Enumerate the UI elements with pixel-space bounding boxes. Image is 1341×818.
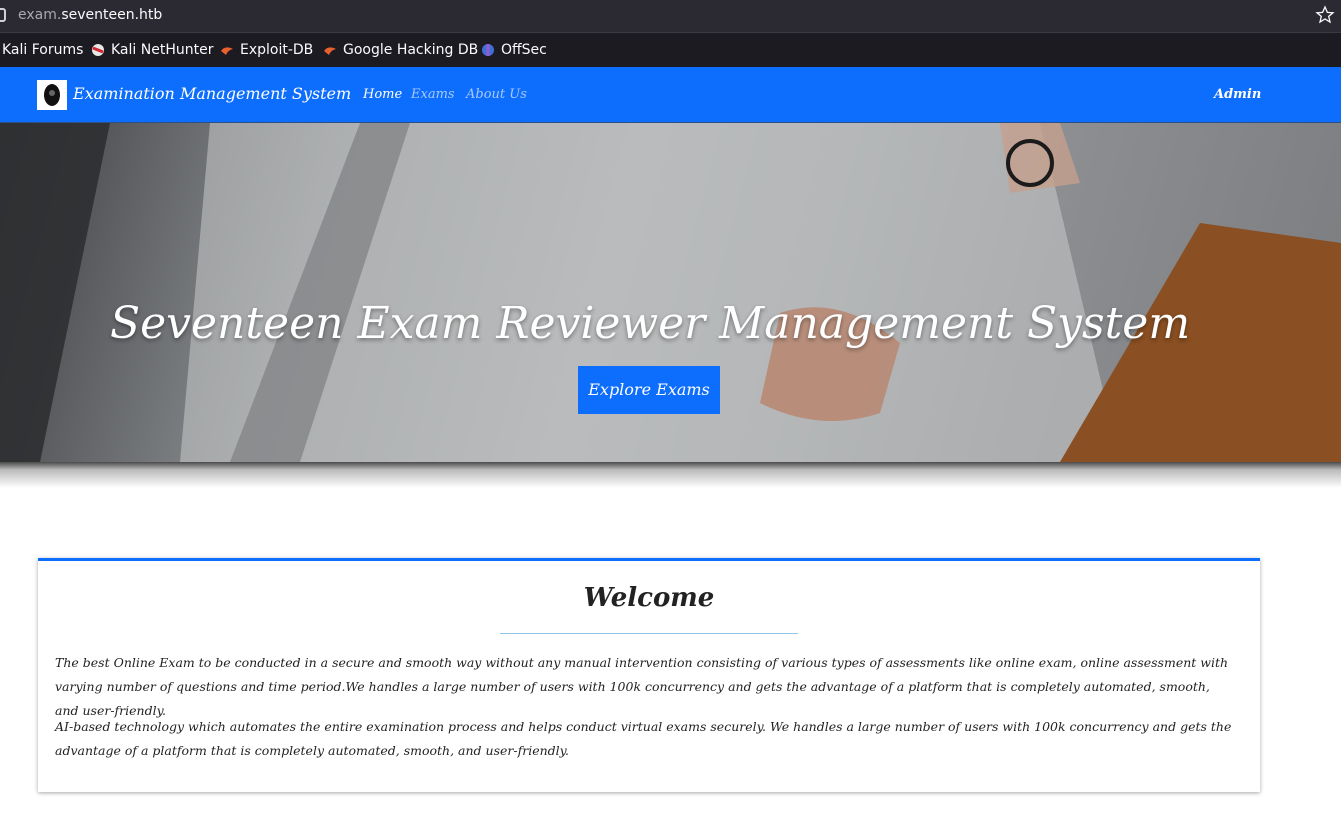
- bookmark-kali-forums[interactable]: Kali Forums: [2, 42, 83, 58]
- nav-home-link[interactable]: Home: [363, 87, 402, 102]
- bookmark-label: OffSec: [501, 42, 547, 58]
- hero-title: Seventeen Exam Reviewer Management Syste…: [109, 298, 1191, 349]
- bookmarks-toolbar: Kali Forums Kali NetHunter Exploit-DB Go…: [0, 32, 1341, 67]
- bookmark-label: Google Hacking DB: [343, 42, 479, 58]
- browser-url-bar[interactable]: exam.seventeen.htb: [0, 0, 1341, 32]
- hero-banner: Seventeen Exam Reviewer Management Syste…: [0, 123, 1341, 462]
- welcome-card: Welcome The best Online Exam to be condu…: [38, 558, 1260, 792]
- bookmark-kali-nethunter[interactable]: Kali NetHunter: [91, 42, 213, 58]
- title-divider: [500, 633, 798, 634]
- explore-exams-button[interactable]: Explore Exams: [578, 366, 720, 414]
- nav-admin-link[interactable]: Admin: [1214, 87, 1261, 102]
- brand-logo[interactable]: [37, 80, 67, 110]
- ghdb-icon: [324, 47, 336, 55]
- site-navbar: Examination Management System Home Exams…: [0, 67, 1341, 123]
- bookmark-exploit-db[interactable]: Exploit-DB: [220, 42, 313, 58]
- bookmark-star-icon[interactable]: [1315, 5, 1335, 25]
- logo-emblem-icon: [44, 84, 60, 106]
- welcome-paragraph: AI-based technology which automates the …: [55, 719, 1232, 758]
- page-info-icon[interactable]: [0, 8, 6, 22]
- url-domain: seventeen.htb: [61, 7, 163, 23]
- brand-title[interactable]: Examination Management System: [73, 84, 351, 103]
- bookmark-google-hacking-db[interactable]: Google Hacking DB: [323, 42, 478, 58]
- bookmark-label: Kali Forums: [2, 42, 84, 58]
- offsec-icon: [482, 44, 494, 56]
- exploitdb-icon: [221, 47, 233, 55]
- nav-exams-link[interactable]: Exams: [411, 87, 455, 102]
- hero-shadow: [0, 462, 1341, 488]
- url-text[interactable]: exam.seventeen.htb: [18, 7, 162, 23]
- url-subdomain: exam.: [18, 7, 62, 23]
- bookmark-label: Kali NetHunter: [111, 42, 214, 58]
- nethunter-icon: [92, 44, 104, 56]
- welcome-title: Welcome: [583, 583, 715, 613]
- nav-about-link[interactable]: About Us: [466, 87, 527, 102]
- welcome-paragraph: The best Online Exam to be conducted in …: [55, 655, 1229, 718]
- bookmark-offsec[interactable]: OffSec: [481, 42, 547, 58]
- bookmark-label: Exploit-DB: [240, 42, 314, 58]
